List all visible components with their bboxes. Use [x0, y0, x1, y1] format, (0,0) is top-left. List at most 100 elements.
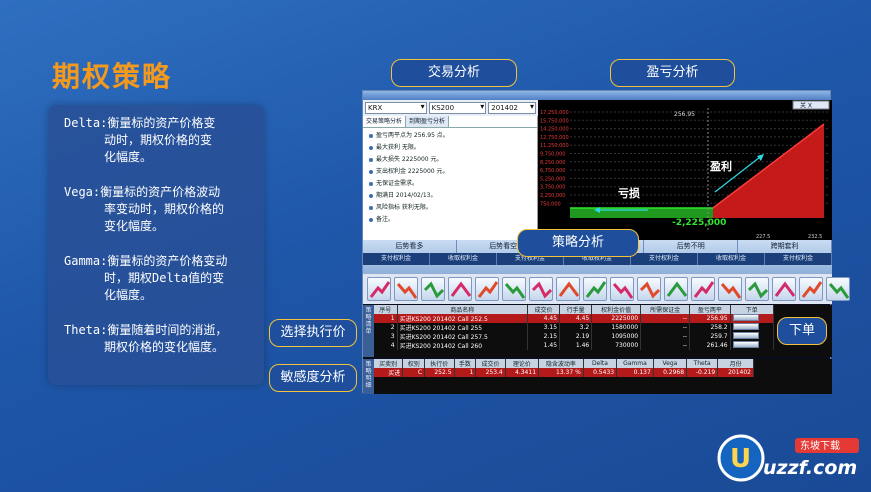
strategy-category[interactable]: 后势不明 — [644, 240, 739, 253]
y-tick-label: 12,750,000 — [540, 135, 569, 141]
definition-3: Theta:衡量随着时间的消逝， 期权价格的变化幅度。 — [64, 322, 256, 356]
definition-text: 衡量标的资产价格波动 — [100, 185, 221, 199]
strategy-payoff-icon[interactable] — [394, 277, 418, 301]
month-select[interactable]: 201402 — [488, 102, 536, 114]
strategy-subcategory[interactable]: 支付权利金 — [765, 253, 832, 265]
info-text: 风险指标 获利无限。 — [376, 204, 432, 211]
table-row[interactable]: 2 买进KS200 201402 Call 255 3.15 3.2 1580000 --… — [374, 323, 775, 332]
strategy-subcategory[interactable]: 支付权利金 — [363, 253, 430, 265]
detail-cell: 买进 — [374, 368, 404, 377]
definition-2: Gamma:衡量标的资产价格变动 时，期权Delta值的变 化幅度。 — [64, 253, 256, 304]
strategy-payoff-icon[interactable] — [502, 277, 526, 301]
definition-text: 衡量标的资产价格变 — [107, 116, 216, 130]
slide: 期权策略 Delta:衡量标的资产价格变 动时，期权价格的变 化幅度。 Vega:衡量… — [0, 0, 871, 492]
zero-axis-label: -2,225,000 — [672, 218, 726, 228]
column-header: 下单 — [730, 305, 775, 314]
bullet-icon — [369, 157, 373, 162]
column-header: Vega — [653, 359, 688, 368]
strategy-subcategory[interactable]: 收取权利金 — [698, 253, 765, 265]
table-row[interactable]: 3 买进KS200 201402 Call 257.5 2.15 2.19 109500… — [374, 332, 775, 341]
order-button[interactable] — [732, 332, 759, 339]
product-select[interactable]: KS200 — [428, 102, 487, 114]
info-text: 最大损失 2225000 元。 — [376, 156, 443, 163]
strategy-payoff-icon[interactable] — [421, 277, 445, 301]
strategy-payoff-icon[interactable] — [691, 277, 715, 301]
trade-analysis-callout: 交易分析 — [391, 59, 517, 87]
info-text: 无保证金需求。 — [376, 180, 419, 187]
strategy-list-label: 策略清单 — [363, 305, 374, 357]
exchange-select[interactable]: KRX — [365, 102, 427, 114]
table-row[interactable]: 4 买进KS200 201402 Call 260 1.45 1.46 730000 --… — [374, 341, 775, 350]
cell-name: 买进KS200 201402 Call 255 — [397, 323, 528, 332]
cell-qty: 2.19 — [559, 332, 593, 341]
bullet-icon — [369, 193, 373, 198]
cell-name: 买进KS200 201402 Call 252.5 — [397, 314, 528, 323]
tab-trade-strategy[interactable]: 交易策略分析 — [363, 116, 407, 127]
column-header: 成交价 — [475, 359, 506, 368]
cell-qty: 3.2 — [559, 323, 593, 332]
cell-price: 1.45 — [527, 341, 561, 350]
detail-cell: 253.4 — [475, 368, 506, 377]
info-row: 无保证金需求。 — [363, 178, 537, 190]
table-row[interactable]: 1 买进KS200 201402 Call 252.5 4.45 4.45 222500… — [374, 314, 775, 323]
info-row: 最大获利 无限。 — [363, 142, 537, 154]
strategy-payoff-icon[interactable] — [583, 277, 607, 301]
strategy-payoff-icon[interactable] — [448, 277, 472, 301]
y-tick-label: 750,000 — [540, 201, 561, 207]
definition-term: Delta: — [64, 116, 108, 130]
strategy-payoff-icon[interactable] — [367, 277, 391, 301]
column-header: 手数 — [454, 359, 477, 368]
order-button[interactable] — [732, 341, 759, 348]
strategy-payoff-icon[interactable] — [772, 277, 796, 301]
uzzf-watermark: U 东坡下载 uzzf.com — [717, 434, 859, 482]
cell-name: 买进KS200 201402 Call 260 — [397, 341, 528, 350]
cell-no: 1 — [374, 314, 398, 323]
strategy-subcategory[interactable]: 收取权利金 — [430, 253, 497, 265]
strategy-payoff-icon[interactable] — [475, 277, 499, 301]
strategy-category[interactable]: 跨期套利 — [738, 240, 832, 253]
cell-premium: 730000 — [591, 341, 642, 350]
info-row: 盈亏两平点为 256.95 点。 — [363, 130, 537, 142]
cell-no: 4 — [374, 341, 398, 350]
order-button[interactable] — [732, 323, 759, 330]
strategy-payoff-icon[interactable] — [718, 277, 742, 301]
y-tick-label: 3,750,000 — [540, 185, 565, 191]
table-row[interactable]: 买进 C 252.5 1 253.4 4.3411 13.37 % 0.5433 0.137 0.… — [374, 368, 754, 377]
app-toolbar: KRX KS200 201402 — [363, 100, 538, 116]
cell-no: 2 — [374, 323, 398, 332]
strategy-payoff-icon[interactable] — [799, 277, 823, 301]
strategy-payoff-icon[interactable] — [556, 277, 580, 301]
strategy-payoff-icon[interactable] — [529, 277, 553, 301]
strategy-payoff-icon[interactable] — [664, 277, 688, 301]
cell-be: 258.2 — [689, 323, 731, 332]
strategy-category[interactable]: 后势看多 — [363, 240, 457, 253]
strategy-payoff-icon[interactable] — [826, 277, 850, 301]
column-header: 月份 — [717, 359, 754, 368]
cell-margin: -- — [640, 323, 691, 332]
detail-cell: 0.137 — [616, 368, 654, 377]
sensitivity-callout: 敏感度分析 — [269, 364, 357, 392]
strategy-subcategory[interactable]: 支付权利金 — [631, 253, 698, 265]
order-button[interactable] — [732, 314, 759, 321]
info-row: 期满日 2014/02/13。 — [363, 190, 537, 202]
y-tick-label: 8,250,000 — [540, 160, 565, 166]
bullet-icon — [369, 169, 373, 174]
cell-premium: 1095000 — [591, 332, 642, 341]
y-tick-label: 6,750,000 — [540, 168, 565, 174]
strategy-payoff-icon[interactable] — [610, 277, 634, 301]
definition-text: 期权价格的变化幅度。 — [104, 340, 225, 354]
y-tick-label: 14,250,000 — [540, 127, 569, 133]
strategy-analysis-callout: 策略分析 — [517, 229, 639, 257]
detail-cell: 0.5433 — [583, 368, 618, 377]
definition-text: 变化幅度。 — [104, 219, 165, 233]
bullet-icon — [369, 145, 373, 150]
bullet-icon — [369, 217, 373, 222]
info-text: 最大获利 无限。 — [376, 144, 420, 151]
tab-expiry-pnl[interactable]: 到期盈亏分析 — [406, 116, 450, 127]
strategy-payoff-icon[interactable] — [745, 277, 769, 301]
info-text: 期满日 2014/02/13。 — [376, 192, 437, 199]
definition-text: 衡量随着时间的消逝， — [107, 323, 228, 337]
loss-label: 亏损 — [618, 186, 640, 200]
pnl-chart: 17,250,000 15,750,000 14,250,000 12,750,000… — [538, 100, 832, 240]
strategy-payoff-icon[interactable] — [637, 277, 661, 301]
